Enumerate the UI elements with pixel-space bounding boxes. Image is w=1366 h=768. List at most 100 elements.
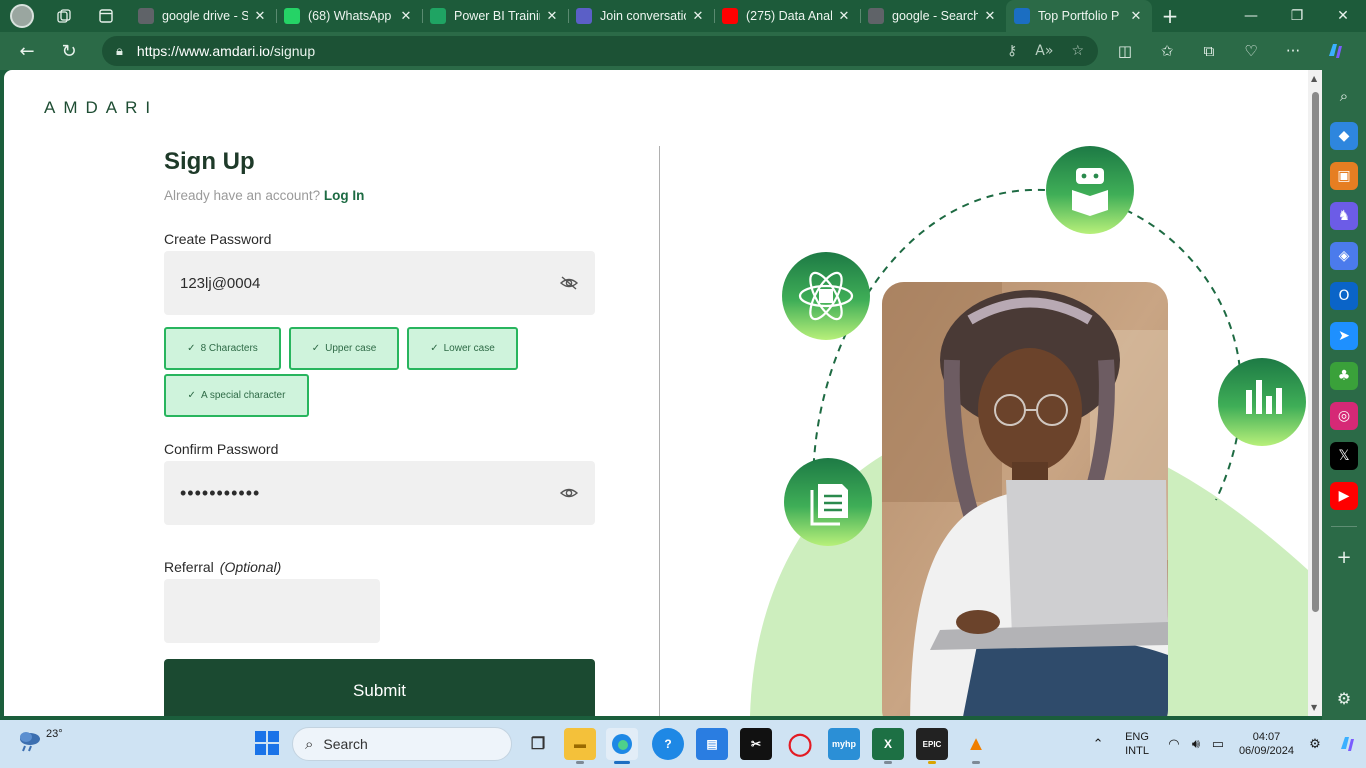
- copilot-button[interactable]: [1320, 36, 1350, 66]
- back-button[interactable]: ←: [10, 36, 44, 66]
- drop-send-icon[interactable]: ➤: [1330, 322, 1358, 350]
- browser-tab[interactable]: Join conversatio ✕: [568, 0, 714, 32]
- browser-essentials-button[interactable]: ♡: [1236, 36, 1266, 66]
- search-favicon-icon: [868, 8, 884, 24]
- search-icon[interactable]: ⌕: [1330, 82, 1358, 110]
- create-password-field[interactable]: 123lj@0004: [164, 251, 595, 315]
- amdari-logo[interactable]: AMDARI: [44, 98, 158, 118]
- browser-tab[interactable]: google - Search ✕: [860, 0, 1006, 32]
- vlc-button[interactable]: ▲: [960, 728, 992, 764]
- split-screen-button[interactable]: ◫: [1110, 36, 1140, 66]
- copilot-sidebar-icon[interactable]: ◈: [1330, 242, 1358, 270]
- tab-close-icon[interactable]: ✕: [252, 9, 268, 24]
- youtube-icon[interactable]: ▶: [1330, 482, 1358, 510]
- language-indicator[interactable]: ENG INTL: [1125, 730, 1149, 758]
- confirm-password-field[interactable]: •••••••••••: [164, 461, 595, 525]
- edge-button[interactable]: [606, 728, 638, 764]
- favorites-button[interactable]: ✩: [1152, 36, 1182, 66]
- new-tab-button[interactable]: +: [1152, 0, 1188, 32]
- tab-title: (275) Data Anal: [746, 9, 832, 23]
- eye-slash-icon[interactable]: [559, 273, 579, 293]
- wifi-icon[interactable]: ◠: [1163, 733, 1185, 755]
- instagram-icon[interactable]: ◎: [1330, 402, 1358, 430]
- add-sidebar-app-icon[interactable]: +: [1330, 543, 1358, 571]
- file-explorer-button[interactable]: ▬: [564, 728, 596, 764]
- bar-chart-circle: [1218, 358, 1306, 446]
- tab-title: Top Portfolio P: [1038, 9, 1120, 23]
- submit-button[interactable]: Submit: [164, 659, 595, 716]
- outlook-icon[interactable]: O: [1330, 282, 1358, 310]
- task-view-icon: ❐: [530, 736, 546, 753]
- workspaces-button[interactable]: [50, 2, 78, 30]
- browser-tab[interactable]: Power BI Trainin ✕: [422, 0, 568, 32]
- tab-close-icon[interactable]: ✕: [836, 9, 852, 24]
- browser-tab[interactable]: Top Portfolio P ✕: [1006, 0, 1152, 32]
- copilot-taskbar-icon[interactable]: [1336, 733, 1358, 755]
- excel-button[interactable]: X: [872, 728, 904, 764]
- task-view-button[interactable]: ❐: [522, 728, 554, 760]
- password-key-icon[interactable]: ⚷: [1007, 43, 1017, 59]
- signup-form: Sign Up Already have an account? Log In …: [164, 148, 604, 716]
- tab-close-icon[interactable]: ✕: [1128, 9, 1144, 24]
- sidebar-settings-icon[interactable]: ⚙: [1330, 684, 1358, 712]
- tab-actions-button[interactable]: [92, 2, 120, 30]
- confirm-password-label: Confirm Password: [164, 441, 279, 457]
- check-icon: ✓: [187, 390, 196, 401]
- browser-tab[interactable]: (275) Data Anal ✕: [714, 0, 860, 32]
- taskbar-search[interactable]: ⌕ Search: [292, 727, 512, 761]
- notifications-icon[interactable]: ⚙: [1304, 733, 1326, 755]
- scroll-down-icon[interactable]: ▼: [1311, 703, 1317, 712]
- tab-close-icon[interactable]: ✕: [982, 9, 998, 24]
- settings-more-button[interactable]: ···: [1278, 36, 1308, 66]
- shopping-tag-icon[interactable]: ◆: [1330, 122, 1358, 150]
- amdari-favicon-icon: [1014, 8, 1030, 24]
- clock[interactable]: 04:07 06/09/2024: [1239, 730, 1294, 758]
- address-bar[interactable]: 🔒︎ https://www.amdari.io/signup ⚷ A» ☆: [102, 36, 1098, 66]
- close-window-button[interactable]: ✕: [1320, 0, 1366, 32]
- read-aloud-icon[interactable]: A»: [1035, 43, 1053, 59]
- profile-button[interactable]: [8, 2, 36, 30]
- tree-icon[interactable]: ♣: [1330, 362, 1358, 390]
- windows-start-icon[interactable]: [254, 730, 280, 756]
- chevron-up-icon: ⌃: [1092, 736, 1104, 752]
- eye-icon[interactable]: [559, 483, 579, 503]
- scrollbar-thumb[interactable]: [1312, 92, 1319, 612]
- tab-close-icon[interactable]: ✕: [690, 9, 706, 24]
- battery-icon[interactable]: ▭: [1207, 733, 1229, 755]
- browser-tab[interactable]: (68) WhatsApp ✕: [276, 0, 422, 32]
- minimize-button[interactable]: —: [1228, 0, 1274, 32]
- epic-games-button[interactable]: EPIC: [916, 728, 948, 764]
- system-tray: ⌃ ENG INTL ◠ 🔊︎ ▭ 04:07 06/09/2024 ⚙: [1087, 720, 1366, 768]
- login-link[interactable]: Log In: [324, 188, 365, 203]
- tab-close-icon[interactable]: ✕: [398, 9, 414, 24]
- restore-button[interactable]: ❐: [1274, 0, 1320, 32]
- show-hidden-icons-button[interactable]: ⌃: [1087, 733, 1109, 755]
- collections-button[interactable]: ⧉: [1194, 36, 1224, 66]
- page-scrollbar[interactable]: ▲ ▼: [1308, 70, 1322, 716]
- referral-input[interactable]: [164, 579, 380, 643]
- favorites-icon: ✩: [1160, 42, 1174, 60]
- x-twitter-icon[interactable]: 𝕏: [1330, 442, 1358, 470]
- browser-tab[interactable]: google drive - Se ✕: [130, 0, 276, 32]
- language-code: ENG: [1125, 731, 1149, 743]
- taskbar-search-label: Search: [323, 736, 368, 752]
- minimize-icon: —: [1244, 8, 1258, 24]
- cloud-rain-icon: [20, 732, 40, 752]
- windows-taskbar: 23° ⌕ Search ❐ ▬ ? ▤ ✂ ◯ myhp X EPIC ▲ ⌃…: [0, 720, 1366, 768]
- volume-icon[interactable]: 🔊︎: [1185, 733, 1207, 755]
- myhp-button[interactable]: myhp: [828, 728, 860, 760]
- weather-widget[interactable]: 23°: [16, 726, 66, 762]
- opera-button[interactable]: ◯: [784, 728, 816, 760]
- tools-briefcase-icon[interactable]: ▣: [1330, 162, 1358, 190]
- favorite-star-icon[interactable]: ☆: [1071, 43, 1084, 59]
- hero-illustration: [750, 146, 1308, 716]
- games-chess-icon[interactable]: ♞: [1330, 202, 1358, 230]
- capcut-button[interactable]: ✂: [740, 728, 772, 760]
- folder-icon: ▬: [574, 737, 586, 751]
- microsoft-store-button[interactable]: ▤: [696, 728, 728, 760]
- get-help-button[interactable]: ?: [652, 728, 684, 760]
- refresh-button[interactable]: ↻: [52, 36, 86, 66]
- collections-icon: ⧉: [1203, 42, 1215, 60]
- scroll-up-icon[interactable]: ▲: [1311, 74, 1317, 83]
- tab-close-icon[interactable]: ✕: [544, 9, 560, 24]
